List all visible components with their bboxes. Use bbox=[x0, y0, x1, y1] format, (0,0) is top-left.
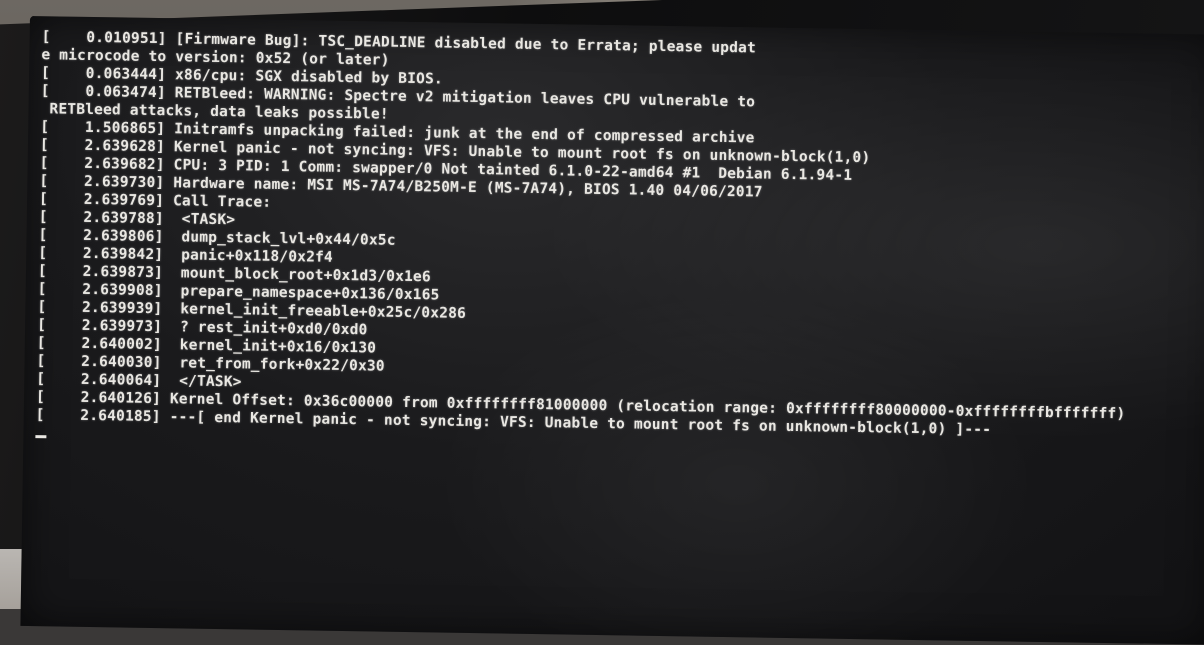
text-cursor bbox=[35, 435, 47, 439]
monitor-screen: [ 0.010951] [Firmware Bug]: TSC_DEADLINE… bbox=[20, 16, 1204, 645]
kernel-console-output: [ 0.010951] [Firmware Bug]: TSC_DEADLINE… bbox=[35, 28, 1131, 459]
